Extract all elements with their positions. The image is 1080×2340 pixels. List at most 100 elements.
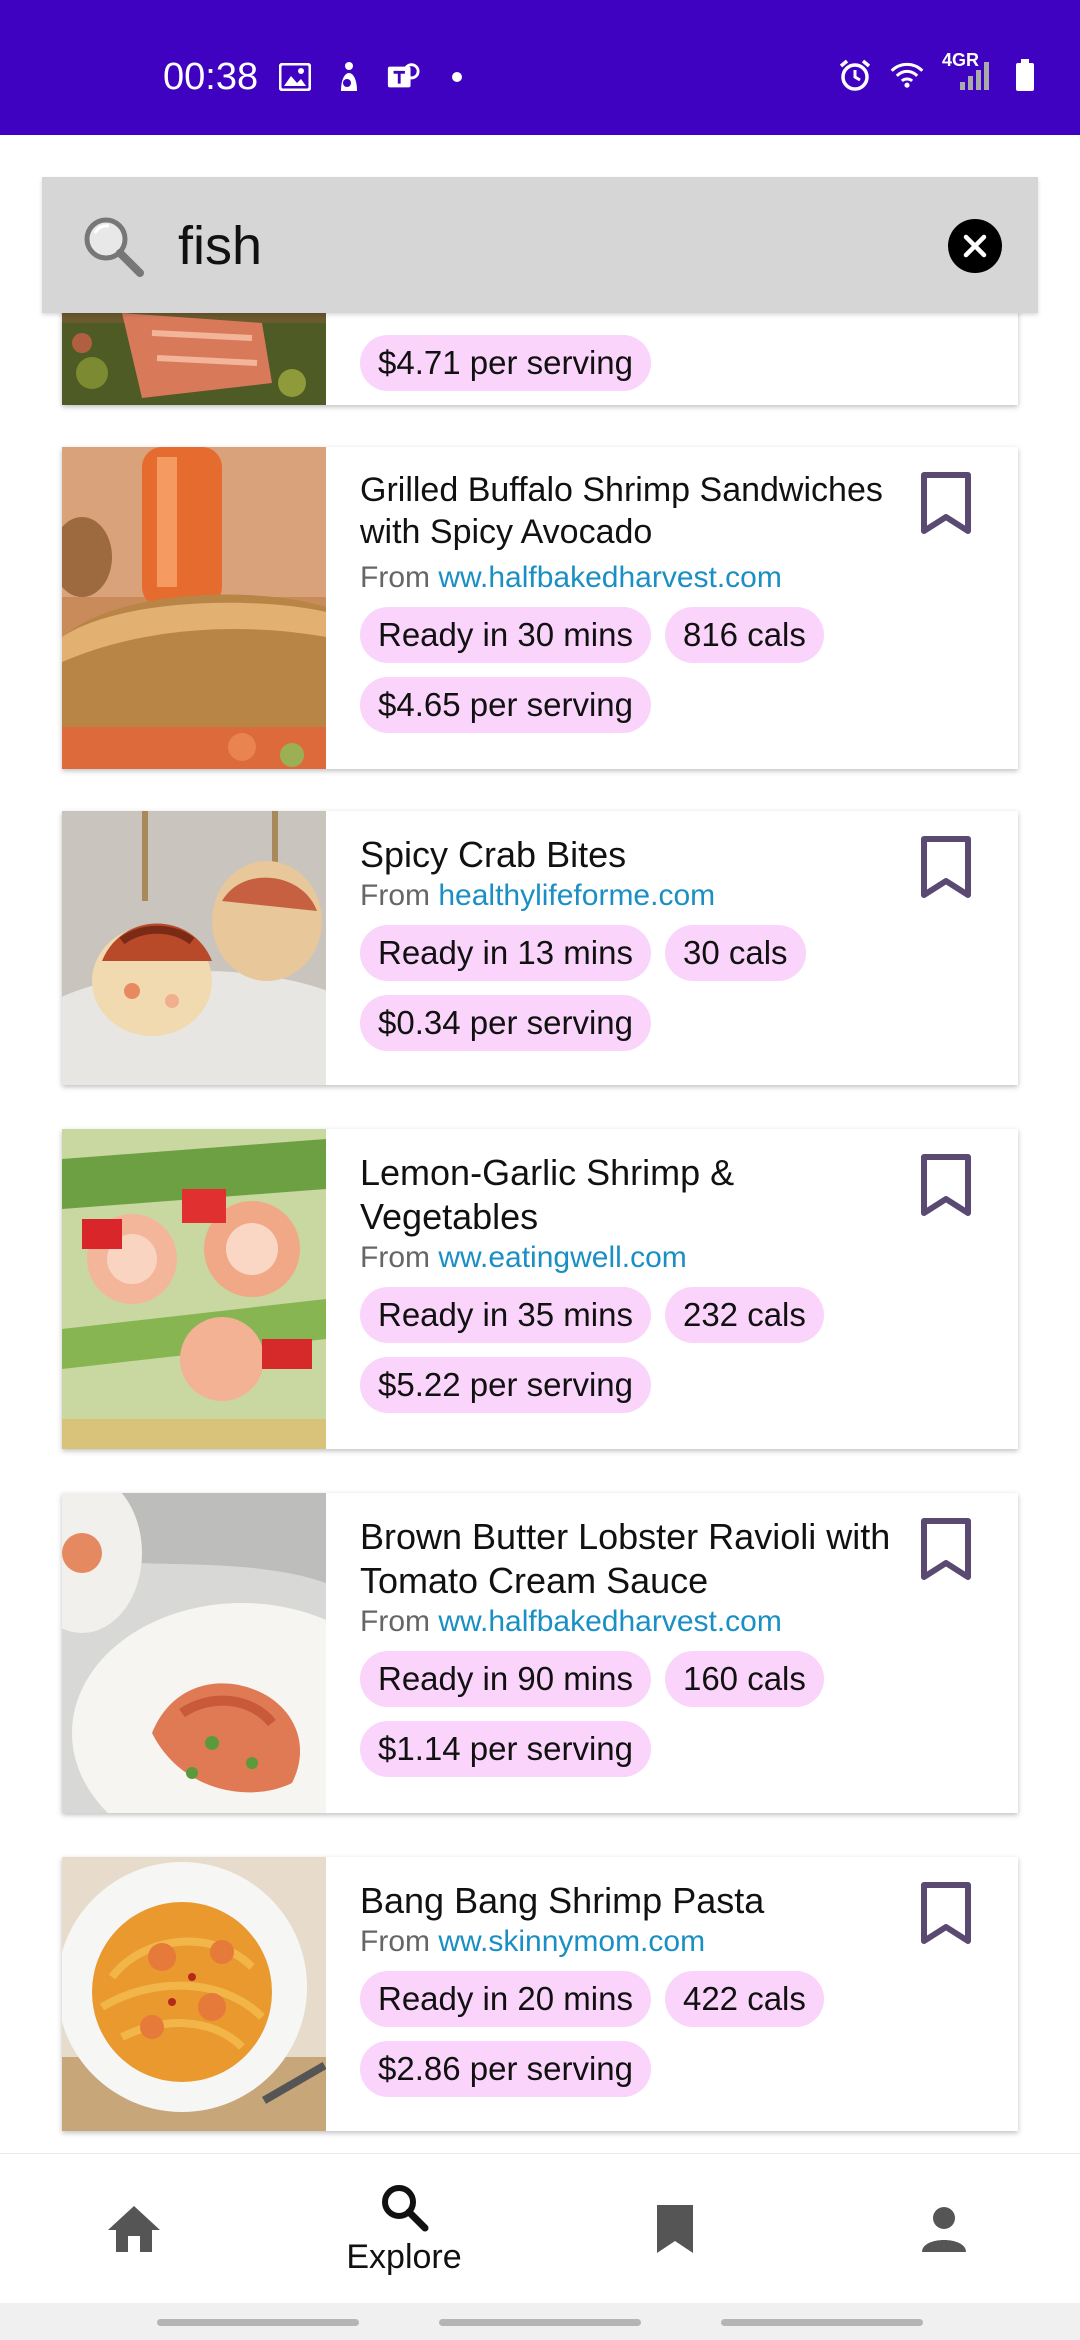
source-link[interactable]: healthylifeforme.com [438, 879, 715, 912]
gesture-pill[interactable] [721, 2319, 923, 2326]
signal-icon: 4GR [942, 50, 990, 92]
battery-icon [1008, 58, 1042, 92]
source-link[interactable]: ww.halfbakedharvest.com [438, 1605, 782, 1638]
recipe-card[interactable]: Spicy Crab Bites From healthylifeforme.c… [62, 811, 1018, 1085]
card-body: Brown Butter Lobster Ravioli with Tomato… [360, 1515, 900, 1777]
chips: Ready in 35 mins 232 cals $5.22 per serv… [360, 1287, 880, 1413]
price-chip: $0.34 per serving [360, 995, 651, 1051]
bookmark-button[interactable] [916, 1153, 976, 1219]
gesture-pill[interactable] [157, 2319, 359, 2326]
recipe-image [62, 447, 326, 769]
gesture-pill[interactable] [439, 2319, 641, 2326]
source-prefix: From [360, 1925, 430, 1958]
dot-icon [440, 60, 474, 94]
clear-search-button[interactable] [948, 219, 1002, 273]
price-chip: $4.71 per serving [360, 335, 651, 391]
chips: Ready in 20 mins 422 cals $2.86 per serv… [360, 1971, 880, 2097]
source-prefix: From [360, 1605, 430, 1638]
recipe-card[interactable]: Bang Bang Shrimp Pasta From ww.skinnymom… [62, 1857, 1018, 2131]
teams-icon [386, 60, 420, 94]
nav-explore[interactable]: Explore [304, 2154, 504, 2304]
source-link[interactable]: ww.eatingwell.com [438, 1241, 686, 1274]
status-time: 00:38 [163, 56, 259, 98]
system-gesture-bar [0, 2303, 1080, 2340]
home-icon [108, 2206, 160, 2252]
bookmark-outline-icon [921, 836, 971, 898]
chips: Ready in 30 mins 816 cals $4.65 per serv… [360, 607, 880, 733]
profile-icon [922, 2207, 966, 2252]
ready-time-chip: Ready in 35 mins [360, 1287, 651, 1343]
recipe-title[interactable]: Spicy Crab Bites [360, 833, 900, 877]
card-body: Grilled Buffalo Shrimp Sandwiches with S… [360, 469, 900, 733]
card-body: Spicy Crab Bites From healthylifeforme.c… [360, 833, 900, 1051]
bookmark-button[interactable] [916, 1881, 976, 1947]
ready-time-chip: Ready in 20 mins [360, 1971, 651, 2027]
calories-chip: 30 cals [664, 925, 806, 981]
nav-home[interactable] [34, 2154, 234, 2304]
search-bar[interactable]: fish [42, 177, 1038, 313]
source-prefix: From [360, 879, 430, 912]
calories-chip: 232 cals [664, 1287, 824, 1343]
recipe-source: From ww.skinnymom.com [360, 1925, 900, 1959]
recipe-source: From ww.eatingwell.com [360, 1241, 900, 1275]
recipe-card[interactable]: Lemon-Garlic Shrimp & Vegetables From ww… [62, 1129, 1018, 1449]
recipe-source: From healthylifeforme.com [360, 879, 900, 913]
price-chip: $2.86 per serving [360, 2041, 651, 2097]
accessibility-icon [332, 60, 366, 94]
chips: Ready in 13 mins 30 cals $0.34 per servi… [360, 925, 880, 1051]
recipe-source: From ww.halfbakedharvest.com [360, 561, 900, 595]
source-link[interactable]: ww.skinnymom.com [438, 1925, 705, 1958]
recipe-title[interactable]: Grilled Buffalo Shrimp Sandwiches with S… [360, 469, 900, 553]
bookmark-button[interactable] [916, 471, 976, 537]
recipe-title[interactable]: Lemon-Garlic Shrimp & Vegetables [360, 1151, 900, 1239]
source-link[interactable]: ww.halfbakedharvest.com [438, 561, 782, 594]
price-chip: $1.14 per serving [360, 1721, 651, 1777]
card-body: $4.71 per serving [360, 323, 900, 391]
recipe-card[interactable]: Brown Butter Lobster Ravioli with Tomato… [62, 1493, 1018, 1813]
recipe-image [62, 811, 326, 1085]
recipe-title[interactable]: Brown Butter Lobster Ravioli with Tomato… [360, 1515, 900, 1603]
ready-time-chip: Ready in 13 mins [360, 925, 651, 981]
nav-profile[interactable] [844, 2154, 1044, 2304]
card-body: Bang Bang Shrimp Pasta From ww.skinnymom… [360, 1879, 900, 2097]
recipe-image [62, 1129, 326, 1449]
bookmark-icon [657, 2205, 693, 2253]
status-notification-icons [278, 60, 474, 94]
calories-chip: 422 cals [664, 1971, 824, 2027]
network-type: 4GR [942, 50, 980, 70]
recipe-card-partial[interactable]: $4.71 per serving [62, 313, 1018, 405]
ready-time-chip: Ready in 90 mins [360, 1651, 651, 1707]
recipe-image [62, 313, 326, 405]
price-chip: $4.65 per serving [360, 677, 651, 733]
chips: $4.71 per serving [360, 335, 880, 391]
status-system-icons: 4GR [838, 50, 1042, 92]
price-chip: $5.22 per serving [360, 1357, 651, 1413]
results-list[interactable]: $4.71 per serving Grilled Buffalo Shrimp… [42, 313, 1038, 2153]
chips: Ready in 90 mins 160 cals $1.14 per serv… [360, 1651, 880, 1777]
bookmark-outline-icon [921, 1154, 971, 1216]
bookmark-button[interactable] [916, 1517, 976, 1583]
close-icon [963, 234, 987, 258]
calories-chip: 160 cals [664, 1651, 824, 1707]
recipe-title[interactable]: Bang Bang Shrimp Pasta [360, 1879, 900, 1923]
search-input[interactable]: fish [178, 215, 262, 277]
recipe-card[interactable]: Grilled Buffalo Shrimp Sandwiches with S… [62, 447, 1018, 769]
alarm-icon [838, 58, 872, 92]
bookmark-outline-icon [921, 472, 971, 534]
gallery-icon [278, 60, 312, 94]
bookmark-outline-icon [921, 1518, 971, 1580]
search-icon [80, 213, 146, 279]
ready-time-chip: Ready in 30 mins [360, 607, 651, 663]
nav-explore-label: Explore [346, 2237, 462, 2276]
calories-chip: 816 cals [664, 607, 824, 663]
bookmark-outline-icon [921, 1882, 971, 1944]
wifi-icon [890, 58, 924, 92]
source-prefix: From [360, 561, 430, 594]
nav-saved[interactable] [575, 2154, 775, 2304]
bookmark-button[interactable] [916, 835, 976, 901]
card-body: Lemon-Garlic Shrimp & Vegetables From ww… [360, 1151, 900, 1413]
recipe-image [62, 1493, 326, 1813]
status-bar: 00:38 4GR [0, 0, 1080, 135]
search-icon [382, 2184, 429, 2231]
recipe-image [62, 1857, 326, 2131]
